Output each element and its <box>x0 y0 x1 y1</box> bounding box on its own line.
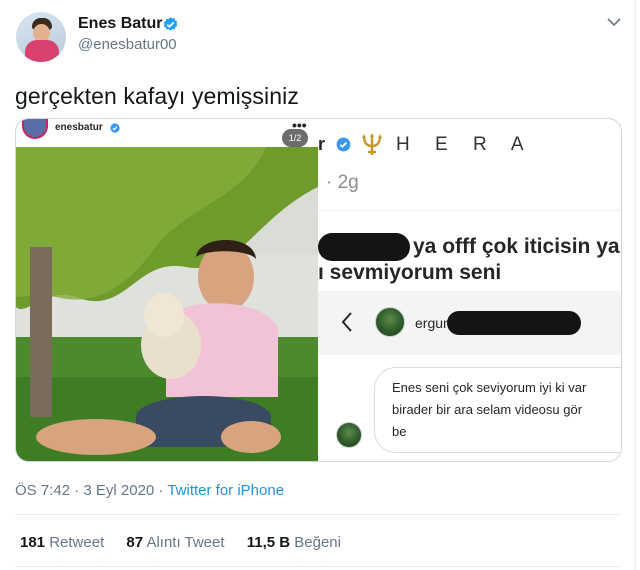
media-image-left[interactable]: enesbatur ••• 1/2 <box>16 119 318 461</box>
author-name[interactable]: Enes Batur <box>78 15 162 33</box>
message-text: Enes seni çok seviyorum iyi ki var birad… <box>392 380 587 439</box>
verified-badge-icon <box>110 123 120 133</box>
timestamp[interactable]: ÖS 7:42 · 3 Eyl 2020 · <box>15 482 167 499</box>
back-arrow-icon <box>341 312 352 332</box>
photo <box>16 147 318 461</box>
tweet-meta: ÖS 7:42 · 3 Eyl 2020 · Twitter for iPhon… <box>15 482 284 499</box>
quote-tweets-stat[interactable]: 87 Alıntı Tweet <box>126 534 224 551</box>
avatar[interactable] <box>16 12 66 62</box>
divider <box>15 566 622 567</box>
source-link[interactable]: Twitter for iPhone <box>167 482 284 499</box>
tweet-text: gerçekten kafayı yemişsiniz <box>15 83 299 109</box>
reply-text-line1: ya offf çok iticisin ya <box>413 235 620 258</box>
dm-avatar <box>375 307 405 337</box>
ig-name-fragment: r <box>318 134 326 154</box>
chevron-down-icon[interactable] <box>606 16 622 28</box>
dm-name: ergun <box>415 315 451 331</box>
likes-stat[interactable]: 11,5 B Beğeni <box>247 534 341 551</box>
redaction-bar <box>447 311 581 335</box>
redaction-bar <box>318 233 410 261</box>
retweets-stat[interactable]: 181 Retweet <box>20 534 104 551</box>
trident-icon <box>362 133 382 155</box>
image-counter: 1/2 <box>282 129 308 147</box>
author-handle[interactable]: @enesbatur00 <box>78 36 177 53</box>
ig-account-name: enesbatur <box>55 122 103 133</box>
message-sender-avatar <box>336 422 362 448</box>
divider <box>318 210 621 211</box>
verified-badge-icon <box>336 137 351 152</box>
divider <box>15 514 622 515</box>
ig-avatar <box>22 119 48 139</box>
engagement-stats: 181 Retweet 87 Alıntı Tweet 11,5 B Beğen… <box>20 534 359 551</box>
card-border <box>635 0 636 570</box>
verified-badge-icon <box>163 17 178 31</box>
display-name-tail: H E R A <box>396 134 534 155</box>
post-age: · 2g <box>326 172 359 193</box>
media-grid[interactable]: enesbatur ••• 1/2 r H E R A · 2g ya offf… <box>15 118 622 462</box>
media-image-right[interactable]: r H E R A · 2g ya offf çok iticisin ya ı… <box>318 119 621 461</box>
reply-text-line2: ı sevmiyorum seni <box>318 261 502 284</box>
tweet-card: Enes Batur @enesbatur00 gerçekten kafayı… <box>0 0 640 570</box>
